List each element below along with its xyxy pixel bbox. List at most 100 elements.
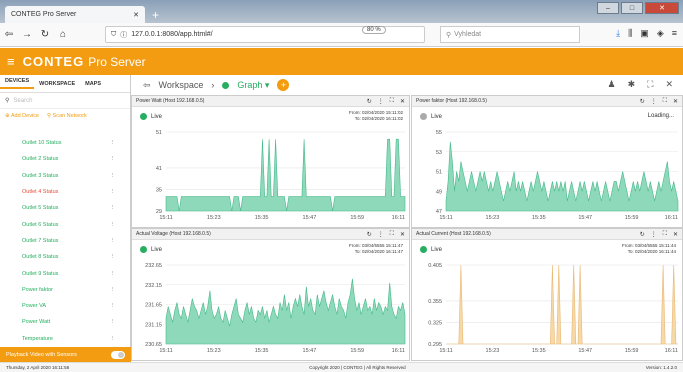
home-icon[interactable]: ⌂ [54,29,72,40]
sensor-item[interactable]: Power VA ⋮ [0,298,125,314]
footer-date: Thursday, 2 April 2020 16:11:58 [6,365,70,370]
device-search-input[interactable]: ⚲ Search [0,93,130,109]
more-icon[interactable]: ⋮ [110,238,116,244]
line-chart[interactable]: 5141352915:11 15:23 15:35 15:47 15:59 16:11 [132,96,411,229]
app-header: ≡ CONTEG Pro Server [0,48,683,75]
more-icon[interactable]: ⋮ [110,287,116,293]
scan-network-button[interactable]: ⚲ Scan Network [47,113,87,119]
sensor-item-label: Temperature [22,335,53,342]
workspace-tools: ♟ ✱ ⛶ ✕ [608,79,673,90]
hamburger-icon[interactable]: ≡ [7,54,15,69]
sensor-item[interactable]: Outlet 6 Status ⋮ [0,216,125,232]
series-area [446,264,678,345]
series-area [165,278,406,345]
y-tick-label: 41 [156,166,162,172]
x-tick-label: 15:11 [159,215,172,221]
x-tick-label: 15:35 [532,348,546,354]
more-icon[interactable]: ⋮ [110,222,116,228]
menu-icon[interactable]: ≡ [672,28,677,39]
sidebar-actions: ⊕ Add Device ⚲ Scan Network [0,109,130,123]
browser-toolbar: ⤓ ⫼ ▣ ◈ ≡ [616,28,677,39]
bug-icon[interactable]: ✱ [628,79,636,90]
playback-toggle[interactable] [111,350,125,359]
sidebar: DEVICES WORKSPACE MAPS ⚲ Search ⊕ Add Dev… [0,75,131,362]
more-icon[interactable]: ⋮ [110,336,116,342]
series-area [165,138,406,212]
more-icon[interactable]: ⋮ [110,319,116,325]
more-icon[interactable]: ⋮ [110,173,116,179]
more-icon[interactable]: ⋮ [110,156,116,162]
close-icon[interactable]: ✕ [665,79,673,90]
y-tick-label: 0.325 [428,320,442,326]
sensor-item-label: Outlet 6 Status [22,221,59,228]
more-icon[interactable]: ⋮ [110,271,116,277]
graph-panel: Actual Voltage (Host 192.168.0.5) ↻ ⋮ ⛶ ✕ Liv… [131,228,410,361]
x-tick-label: 15:23 [207,215,221,221]
sensor-item[interactable]: Power Watt ⋮ [0,314,125,330]
sensor-item[interactable]: Outlet 3 Status ⋮ [0,168,125,184]
x-tick-label: 15:11 [439,215,452,221]
new-tab-icon[interactable]: + [152,8,159,22]
sensor-item[interactable]: Outlet 10 Status ⋮ [0,135,125,151]
person-icon[interactable]: ♟ [608,79,616,90]
forward-icon[interactable]: → [18,29,36,40]
maximize-icon[interactable]: □ [621,2,643,14]
sensor-item-label: Outlet 7 Status [22,237,59,244]
sensor-item[interactable]: Outlet 7 Status ⋮ [0,233,125,249]
breadcrumb-workspace[interactable]: Workspace [159,80,204,90]
y-tick-label: 0.355 [428,299,442,305]
add-device-button[interactable]: ⊕ Add Device [5,113,39,119]
tab-maps[interactable]: MAPS [80,81,106,87]
more-icon[interactable]: ⋮ [110,303,116,309]
tab-workspace[interactable]: WORKSPACE [34,81,80,87]
fullscreen-icon[interactable]: ⛶ [647,79,653,90]
y-tick-label: 232.65 [145,263,162,269]
sensor-item[interactable]: Outlet 9 Status ⋮ [0,265,125,281]
sidebar-icon[interactable]: ▣ [640,28,649,39]
browser-tab-strip: CONTEG Pro Server ✕ + – □ ✕ [0,0,683,23]
app-logo: CONTEG [22,54,85,69]
graph-panel: Actual Current (Host 192.168.0.5) ↻ ⋮ ⛶ ✕ Liv… [411,228,683,361]
breadcrumb-graph[interactable]: Graph ▾ [237,80,269,91]
search-input[interactable]: ⚲ Vyhledat [440,26,580,43]
sensor-item[interactable]: Outlet 2 Status ⋮ [0,151,125,167]
window-controls: – □ ✕ [597,2,679,14]
line-chart[interactable]: 555351494715:11 15:23 15:35 15:47 15:59 16:11 [412,96,683,229]
more-icon[interactable]: ⋮ [110,254,116,260]
x-tick-label: 16:11 [392,215,405,221]
line-chart[interactable]: 0.4050.3550.3250.29515:11 15:23 15:35 15:47… [412,229,683,362]
more-icon[interactable]: ⋮ [110,205,116,211]
browser-tab[interactable]: CONTEG Pro Server ✕ [5,6,145,23]
tab-devices[interactable]: DEVICES [0,78,35,89]
sensor-item[interactable]: Outlet 8 Status ⋮ [0,249,125,265]
zoom-level[interactable]: 80 % [362,26,386,34]
back-arrow-icon[interactable]: ⇦ [143,80,151,91]
back-icon[interactable]: ⇦ [0,29,18,40]
sensor-item-label: Outlet 4 Status [22,189,59,196]
download-icon[interactable]: ⤓ [616,28,620,39]
add-graph-button[interactable]: + [277,79,290,91]
y-tick-label: 231.15 [145,322,162,328]
library-icon[interactable]: ⫼ [628,28,632,39]
sensor-item[interactable]: Power faktor ⋮ [0,282,125,298]
app-product: Pro Server [88,54,146,69]
more-icon[interactable]: ⋮ [110,140,116,146]
y-tick-label: 232.15 [145,283,162,289]
minimize-icon[interactable]: – [597,2,619,14]
reload-icon[interactable]: ↻ [36,29,54,40]
more-icon[interactable]: ⋮ [110,189,116,195]
line-chart[interactable]: 232.65232.15231.65231.15230.6515:11 15:23… [132,229,411,362]
close-tab-icon[interactable]: ✕ [133,11,139,19]
scan-network-label: Scan Network [52,113,87,119]
graph-panel: Power Watt (Host 192.168.0.5) ↻ ⋮ ⛶ ✕ Live Fro… [131,95,410,228]
close-window-icon[interactable]: ✕ [645,2,679,14]
sensor-item[interactable]: Outlet 4 Status ⋮ [0,184,125,200]
shield-icon: ⛉ [111,30,117,38]
extension-icon[interactable]: ◈ [657,28,664,39]
x-tick-label: 15:59 [350,215,364,221]
x-tick-label: 15:59 [625,348,639,354]
sensor-item[interactable]: Outlet 5 Status ⋮ [0,200,125,216]
x-tick-label: 15:47 [578,215,592,221]
sensor-item[interactable]: Temperature ⋮ [0,331,125,347]
sensor-item-label: Power faktor [22,286,53,293]
